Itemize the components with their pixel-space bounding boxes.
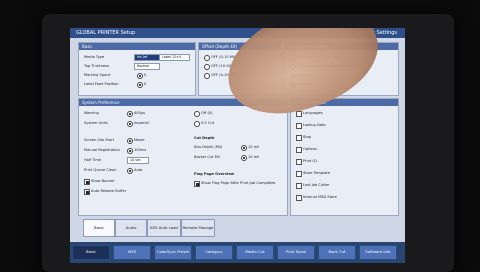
media-cut-button[interactable]: Media Cut (236, 245, 274, 260)
manual-registration-label: Manual Registration (84, 148, 120, 152)
category-button[interactable]: Category (195, 245, 233, 260)
flag-page-label: Show Flag Page After Print Job Completes (201, 181, 276, 185)
manual-registration-radio[interactable] (127, 148, 133, 154)
screen-lite-radio[interactable] (127, 138, 133, 144)
software-info-button[interactable]: Software Info (359, 245, 397, 260)
back-cut-button[interactable]: Back Cut (318, 245, 356, 260)
offset-option-2-radio[interactable] (204, 64, 210, 70)
colorsync-preset-button[interactable]: ColorSync Preset (154, 245, 192, 260)
media-type-label: Media Type (84, 55, 105, 59)
mss-button[interactable]: MSS (113, 245, 151, 260)
basic-button[interactable]: Basic (72, 245, 110, 260)
print-queue-value: Auto (134, 168, 143, 172)
manual-registration-value: 100ms (134, 148, 147, 152)
tab-basic[interactable]: Basic (83, 219, 115, 237)
half-time-field[interactable]: 10 sec (127, 157, 149, 164)
flag-page-checkbox[interactable] (194, 181, 200, 187)
lookup-data-checkbox[interactable] (296, 123, 302, 129)
auto-restore-label: Auto Restore Buffer (91, 189, 127, 193)
media-type-field[interactable]: Ink Jet (134, 54, 160, 61)
stop-label: Stop (303, 135, 312, 139)
options-checkbox[interactable] (296, 147, 302, 153)
tag-thickness-field[interactable]: Normal (134, 63, 160, 70)
backer-cut-label: Backer Cut Mil (194, 155, 220, 159)
languages-label: Languages (303, 111, 323, 115)
kiss-depth-value: 10 mil (248, 145, 260, 149)
cut-depth-title: Cut Depth (194, 136, 215, 140)
tab-audio[interactable]: Audio (115, 219, 147, 237)
cut-off-radio[interactable] (194, 111, 200, 117)
marking-space-radio[interactable] (137, 73, 143, 79)
basic-panel-title: Basic (79, 43, 195, 50)
show-banner-label: Show Banner (91, 179, 115, 183)
half-cut-radio[interactable] (194, 121, 200, 127)
store-template-label: Store Template (303, 171, 331, 175)
flag-page-title: Flag Page Overview (194, 172, 235, 176)
print-q1-label: Print Q1 (303, 159, 318, 163)
backer-cut-value: 10 mil (248, 155, 260, 159)
offset-option-1-radio[interactable] (204, 55, 210, 61)
label-feed-label: Label Feed Position (84, 82, 119, 86)
internal-msd-label: Internal MSD Store (303, 195, 337, 199)
bottom-button-bar: Basic MSS ColorSync Preset Category Medi… (70, 242, 405, 263)
screen-lite-value: Never (134, 138, 145, 142)
last-job-cutter-label: Last Job Cutter (303, 183, 330, 187)
languages-checkbox[interactable] (296, 111, 302, 117)
print-queue-label: Print Queue Clean (84, 168, 117, 172)
store-template-checkbox[interactable] (296, 171, 302, 177)
label-feed-radio[interactable] (137, 82, 143, 88)
window-title: GLOBAL PRINTER Setup (76, 30, 136, 36)
backer-cut-radio[interactable] (241, 155, 247, 161)
screen-lite-label: Screen Lite Start (84, 138, 115, 142)
warning-value: 400µs (134, 111, 146, 115)
print-q1-checkbox[interactable] (296, 159, 302, 165)
options-label: Options (303, 147, 317, 151)
kiss-depth-radio[interactable] (241, 145, 247, 151)
tab-remote-manage[interactable]: Remote Manage (181, 219, 215, 237)
last-job-cutter-checkbox[interactable] (296, 183, 302, 189)
show-banner-checkbox[interactable] (84, 179, 90, 185)
print-spool-button[interactable]: Print Spool (277, 245, 315, 260)
stop-checkbox[interactable] (296, 135, 302, 141)
half-time-label: Half Time (84, 158, 102, 162)
tab-kss-auto-load[interactable]: KSS Auto Load (147, 219, 181, 237)
cut-off-label: Off (0) (201, 111, 213, 115)
system-units-radio[interactable] (127, 121, 133, 127)
print-queue-radio[interactable] (127, 168, 133, 174)
system-units-value: Imperial (134, 121, 149, 125)
memory-protect-panel: Memory Protect Languages Lookup Data Sto… (290, 98, 399, 216)
label-feed-value: 0 (144, 82, 147, 86)
lookup-data-label: Lookup Data (303, 123, 326, 127)
auto-restore-checkbox[interactable] (84, 189, 90, 195)
tag-thickness-label: Tag Thickness (84, 64, 109, 68)
touch-screen: GLOBAL PRINTER Setup Printer Settings Ba… (70, 28, 405, 263)
warning-label: Warning (84, 111, 99, 115)
marking-space-label: Marking Space (84, 73, 111, 77)
half-cut-label: 0.5 Cut (201, 121, 215, 125)
system-preference-panel: System Preference Warning 400µs System U… (78, 98, 288, 216)
offset-option-3-radio[interactable] (204, 73, 210, 79)
warning-radio[interactable] (127, 111, 133, 117)
kiss-depth-label: Kiss Depth (Mil) (194, 145, 223, 149)
basic-panel: Basic Media Type Ink Jet Label 12×4 Tag … (78, 42, 196, 96)
media-size-field[interactable]: Label 12×4 (159, 54, 190, 61)
internal-msd-checkbox[interactable] (296, 195, 302, 201)
system-units-label: System Units (84, 121, 108, 125)
marking-space-value: 0 (144, 73, 147, 77)
